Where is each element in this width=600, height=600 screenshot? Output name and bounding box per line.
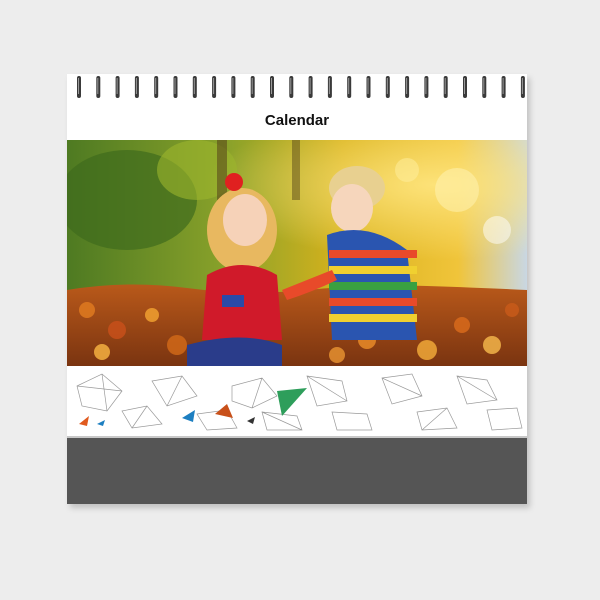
spiral-ring-highlight [116,78,118,94]
origami-pattern-strip [67,366,527,434]
spiral-ring-highlight [193,78,195,94]
spiral-ring-highlight [271,78,272,94]
calendar-page: Calendar [67,74,527,504]
spiral-ring [96,76,101,98]
spiral-ring-highlight [444,78,446,94]
spiral-ring-highlight [348,78,350,94]
calendar-photo [67,140,527,366]
spiral-ring-highlight [328,78,330,94]
spiral-ring-highlight [367,78,369,94]
spiral-ring-highlight [232,78,234,94]
desk-calendar: Calendar [67,74,530,508]
spiral-ring [520,76,525,98]
green-triangle-icon [277,388,307,416]
spiral-ring-highlight [483,78,485,94]
spiral-ring-highlight [406,78,408,94]
spiral-ring-highlight [464,78,465,94]
spiral-ring-highlight [213,78,215,94]
orange-triangle-icon [79,416,89,426]
spiral-ring-highlight [155,78,157,94]
spiral-ring-highlight [135,78,137,94]
calendar-title: Calendar [264,112,330,129]
dark-triangle-icon [247,417,255,424]
spiral-ring-highlight [174,78,176,94]
spiral-ring-highlight [386,78,388,94]
calendar-base [67,436,527,504]
spiral-ring-highlight [290,78,292,94]
blue-triangle-icon [182,410,195,422]
blue-triangle-icon-small [97,420,105,426]
spiral-ring-highlight [251,78,253,94]
spiral-ring-highlight [78,78,79,94]
spiral-ring-highlight [425,78,427,94]
spiral-ring-highlight [502,78,504,94]
spiral-ring-highlight [97,78,99,94]
spiral-ring-highlight [521,78,523,94]
spiral-ring-highlight [309,78,311,94]
spiral-binding [67,74,527,100]
